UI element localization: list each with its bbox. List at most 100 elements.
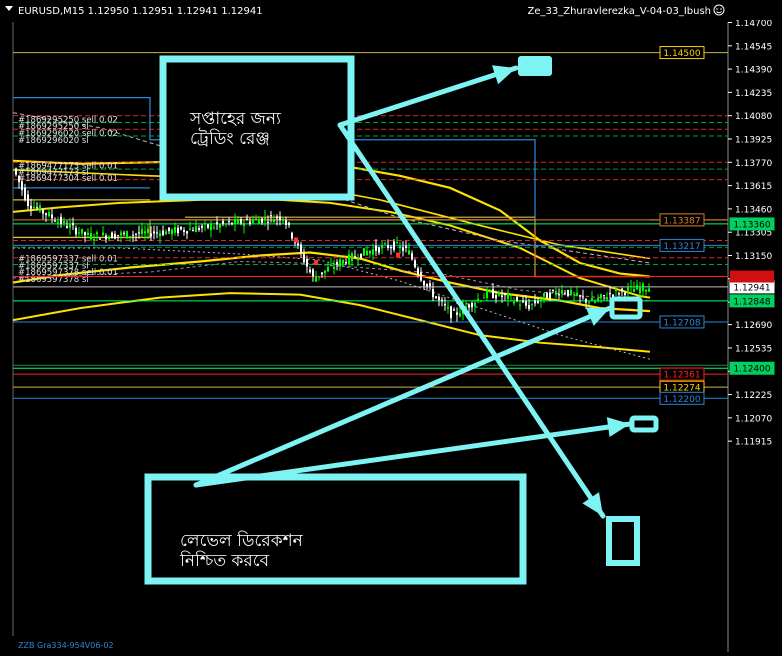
candle-body: [120, 232, 122, 236]
candle-body: [228, 221, 230, 223]
candle-body: [75, 227, 77, 235]
candle-body: [582, 296, 584, 298]
candle-body: [90, 233, 92, 240]
candle-body: [642, 283, 644, 292]
candle-body: [576, 292, 578, 296]
price-tick-label: 1.13615: [735, 182, 772, 192]
price-level-tag: 1.12200: [659, 391, 705, 405]
candle-body: [105, 235, 107, 240]
candle-body: [246, 218, 248, 221]
price-tick-label: 1.12225: [735, 391, 772, 401]
candle-body: [525, 301, 527, 306]
top-caption-line-1: সপ্তাহের জন্য: [190, 109, 281, 129]
candle-body: [240, 218, 242, 224]
candle-body: [18, 175, 20, 183]
candle-body: [21, 181, 23, 190]
candle-body: [153, 231, 155, 234]
price-level-tag: 1.12848: [729, 294, 775, 308]
candle-body: [636, 284, 638, 290]
candle-body: [156, 232, 158, 234]
candle-body: [405, 245, 407, 248]
price-tick-label: 1.12690: [735, 321, 772, 331]
candle-body: [492, 289, 494, 298]
candle-body: [108, 236, 110, 240]
candle-body: [411, 253, 413, 260]
candle-body: [198, 227, 200, 230]
candle-body: [48, 212, 50, 217]
candle-body: [261, 218, 263, 223]
price-level-tag: 1.12941: [729, 280, 775, 294]
candle-body: [138, 232, 140, 234]
candle-body: [585, 298, 587, 303]
candle-body: [621, 288, 623, 291]
candle-body: [438, 296, 440, 301]
candle-body: [285, 220, 287, 225]
candle-body: [591, 298, 593, 301]
price-level-tag: 1.13360: [729, 217, 775, 231]
candle-body: [519, 304, 521, 306]
candle-body: [39, 205, 41, 212]
candle-body: [177, 227, 179, 234]
candle-body: [450, 306, 452, 319]
candle-body: [66, 226, 68, 228]
price-level-tag-label: 1.12941: [733, 283, 770, 293]
candle-body: [255, 218, 257, 220]
candle-body: [441, 299, 443, 302]
candle-body: [192, 229, 194, 232]
price-level-tag: 1.12400: [729, 361, 775, 375]
candle-body: [381, 245, 383, 249]
candle-body: [513, 301, 515, 304]
candle-body: [501, 295, 503, 298]
candle-body: [447, 307, 449, 309]
candle-body: [150, 233, 152, 237]
candle-body: [537, 301, 539, 303]
candle-body: [552, 289, 554, 291]
candle-body: [72, 223, 74, 226]
candle-body: [81, 228, 83, 234]
candle-body: [453, 309, 455, 311]
candle-body: [414, 260, 416, 268]
candle-body: [162, 230, 164, 235]
candle-body: [573, 293, 575, 295]
target-box-top: [518, 56, 552, 76]
candle-body: [384, 243, 386, 245]
price-tick-label: 1.14235: [735, 89, 772, 99]
candle-body: [471, 302, 473, 308]
price-tick-label: 1.13770: [735, 159, 772, 169]
candle-body: [45, 213, 47, 216]
candle-body: [300, 244, 302, 253]
price-level-tag-label: 1.13217: [663, 242, 700, 252]
order-marker: [396, 252, 400, 258]
candle-body: [213, 227, 215, 229]
candle-body: [42, 209, 44, 214]
candle-body: [36, 207, 38, 209]
candle-body: [348, 254, 350, 265]
candle-body: [234, 219, 236, 225]
candle-body: [222, 220, 224, 224]
price-level-tag: 1.13217: [659, 238, 705, 252]
price-chart[interactable]: #1869295250 sell 0.02#1869295250 sl#1869…: [0, 0, 782, 652]
bottom-caption-line-2: নিশ্চিত করবে: [180, 550, 270, 571]
candle-body: [312, 269, 314, 277]
candle-body: [507, 293, 509, 299]
order-label: #1869477304 sell 0.01: [18, 174, 118, 184]
candle-body: [567, 289, 569, 296]
candle-body: [516, 297, 518, 302]
candle-body: [69, 224, 71, 228]
candle-body: [201, 225, 203, 228]
candle-body: [264, 217, 266, 220]
order-marker: [294, 237, 298, 243]
candle-body: [273, 219, 275, 223]
candle-body: [99, 238, 101, 240]
candle-body: [219, 224, 221, 228]
candle-body: [339, 259, 341, 267]
candle-body: [489, 290, 491, 293]
candle-body: [165, 231, 167, 235]
candle-body: [132, 234, 134, 236]
price-level-tag-label: 1.12708: [663, 318, 700, 328]
ask-price-marker: [730, 270, 774, 283]
candle-body: [342, 259, 344, 264]
order-marker: [314, 260, 318, 266]
candle-body: [24, 187, 26, 200]
trading-chart-window[interactable]: #1869295250 sell 0.02 #1869295250 sl #1869…: [0, 0, 782, 652]
